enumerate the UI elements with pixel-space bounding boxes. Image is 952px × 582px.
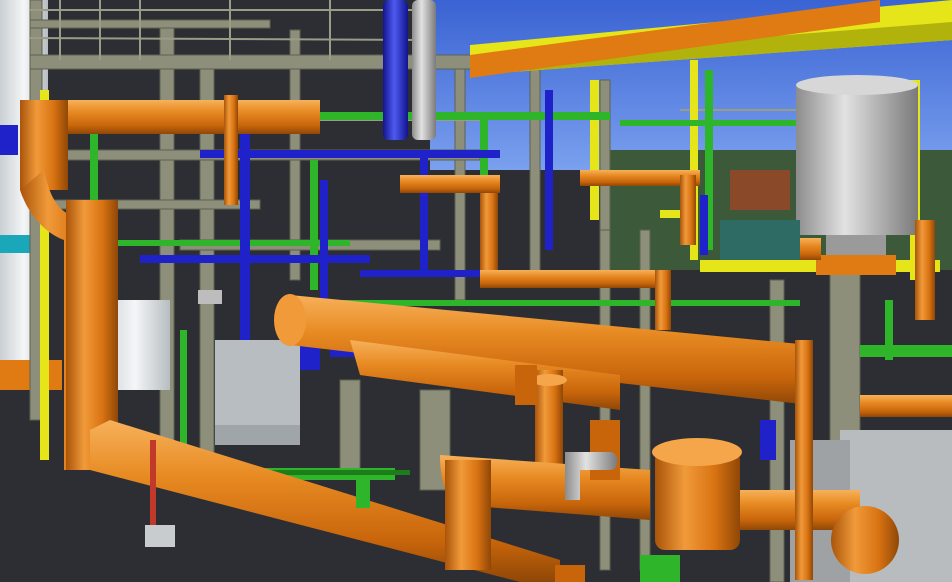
grey-support-block bbox=[145, 525, 175, 547]
red-drain-line bbox=[150, 440, 156, 530]
green-small-valve bbox=[356, 478, 370, 508]
grey-pipe-left bbox=[198, 290, 222, 304]
distant-teal-equipment bbox=[720, 220, 800, 260]
distant-red-equipment bbox=[730, 170, 790, 210]
pump-base bbox=[215, 425, 300, 445]
blue-vertical-vessel bbox=[383, 0, 408, 140]
grey-vertical-vessel-top bbox=[412, 0, 436, 140]
plant-piping-3d-render bbox=[0, 0, 952, 582]
green-valve-bottom bbox=[640, 555, 680, 582]
